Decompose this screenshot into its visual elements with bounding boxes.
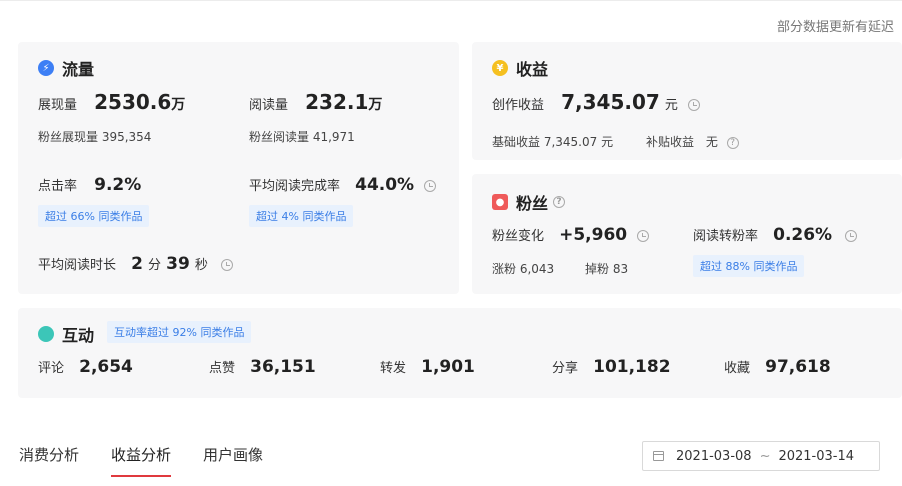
avg-time-sec: 39 xyxy=(166,254,190,274)
avg-time-label: 平均阅读时长 xyxy=(38,258,117,273)
coin-icon: ¥ xyxy=(492,60,508,76)
interaction-item: 分享 101,182 xyxy=(552,357,671,377)
avg-time-min: 2 xyxy=(131,254,143,274)
interaction-item: 转发 1,901 xyxy=(380,357,475,377)
interaction-item-label: 点赞 xyxy=(209,361,236,376)
fan-gain: 涨粉 6,043 xyxy=(492,262,555,276)
interaction-item: 收藏 97,618 xyxy=(724,357,831,377)
help-icon[interactable]: ? xyxy=(553,196,566,208)
impressions-label: 展现量 xyxy=(38,98,78,113)
interaction-item-value: 101,182 xyxy=(593,357,671,377)
income-card: ¥ 收益 创作收益 7,345.07 元 基础收益 7,345.07 元 补贴收… xyxy=(472,42,902,160)
completion-label: 平均阅读完成率 xyxy=(249,179,341,194)
ctr-value: 9.2% xyxy=(94,175,142,195)
date-start[interactable]: 2021-03-08 xyxy=(676,449,752,464)
traffic-title-text: 流量 xyxy=(62,60,95,79)
ctr-badge: 超过 66% 同类作品 xyxy=(38,205,150,227)
reads-unit: 万 xyxy=(368,97,383,113)
conversion-label: 阅读转粉率 xyxy=(693,229,759,244)
help-icon[interactable]: ? xyxy=(726,136,739,149)
interaction-item: 点赞 36,151 xyxy=(209,357,316,377)
conversion-badge: 超过 88% 同类作品 xyxy=(693,255,805,277)
subsidy-label: 补贴收益 xyxy=(646,135,695,149)
avg-time-sec-unit: 秒 xyxy=(194,258,208,273)
clock-icon[interactable] xyxy=(688,98,701,111)
date-separator: ~ xyxy=(759,448,771,464)
interaction-item: 评论 2,654 xyxy=(38,357,133,377)
data-delay-notice: 部分数据更新有延迟 xyxy=(776,20,894,35)
impressions-value: 2530.6 xyxy=(94,90,172,114)
fans-title-text: 粉丝 xyxy=(516,194,549,213)
interaction-item-value: 2,654 xyxy=(79,357,133,377)
fan-change-metric: 粉丝变化 +5,960 xyxy=(492,225,650,245)
user-icon: ● xyxy=(492,194,508,210)
traffic-card: ⚡ 流量 展现量 2530.6万 阅读量 232.1万 粉丝展现量 395,35… xyxy=(18,42,459,294)
interaction-item-label: 收藏 xyxy=(724,361,751,376)
conversion-metric: 阅读转粉率 0.26% xyxy=(693,225,858,245)
creation-income-value: 7,345.07 xyxy=(561,90,660,114)
creation-income-label: 创作收益 xyxy=(492,98,545,113)
completion-metric: 平均阅读完成率 44.0% xyxy=(249,175,437,195)
completion-badge: 超过 4% 同类作品 xyxy=(249,205,354,227)
reads-metric: 阅读量 232.1万 xyxy=(249,90,382,114)
clock-icon[interactable] xyxy=(845,229,858,242)
fans-card: ● 粉丝 ? 粉丝变化 +5,960 涨粉 6,043 掉粉 83 阅读转粉率 … xyxy=(472,174,902,294)
creation-income-metric: 创作收益 7,345.07 元 xyxy=(492,90,701,114)
clock-icon[interactable] xyxy=(221,258,234,271)
calendar-icon xyxy=(653,451,664,461)
interaction-item-value: 36,151 xyxy=(250,357,316,377)
interaction-item-label: 评论 xyxy=(38,361,65,376)
fan-impressions: 粉丝展现量 395,354 xyxy=(38,130,152,144)
top-divider xyxy=(0,0,902,1)
fan-change-label: 粉丝变化 xyxy=(492,229,545,244)
impressions-unit: 万 xyxy=(171,97,186,113)
interaction-item-label: 分享 xyxy=(552,361,579,376)
traffic-title: ⚡ 流量 xyxy=(38,56,94,80)
creation-income-unit: 元 xyxy=(664,98,678,113)
interaction-item-value: 97,618 xyxy=(765,357,831,377)
clock-icon[interactable] xyxy=(424,179,437,192)
clock-icon[interactable] xyxy=(637,229,650,242)
subsidy-income: 补贴收益 无 ? xyxy=(646,133,739,150)
impressions-metric: 展现量 2530.6万 xyxy=(38,90,185,114)
fan-reads: 粉丝阅读量 41,971 xyxy=(249,130,355,144)
ctr-label: 点击率 xyxy=(38,179,78,194)
tab-consumption-analysis[interactable]: 消费分析 xyxy=(19,444,79,473)
date-range-picker[interactable]: 2021-03-08 ~ 2021-03-14 xyxy=(642,441,880,471)
interaction-card: 互动 互动率超过 92% 同类作品 评论 2,654 点赞 36,151 转发 … xyxy=(18,308,902,398)
conversion-value: 0.26% xyxy=(773,225,833,245)
chat-bubble-icon xyxy=(38,326,54,342)
tab-income-analysis[interactable]: 收益分析 xyxy=(111,444,172,477)
avg-time-min-unit: 分 xyxy=(148,258,162,273)
date-end[interactable]: 2021-03-14 xyxy=(778,449,854,464)
lightning-icon: ⚡ xyxy=(38,60,54,76)
ctr-metric: 点击率 9.2% xyxy=(38,175,141,195)
interaction-badge: 互动率超过 92% 同类作品 xyxy=(107,321,252,343)
tab-user-profile[interactable]: 用户画像 xyxy=(203,444,263,473)
income-title-text: 收益 xyxy=(516,60,549,79)
fans-title: ● 粉丝 ? xyxy=(492,190,566,214)
income-title: ¥ 收益 xyxy=(492,56,548,80)
interaction-item-label: 转发 xyxy=(380,361,407,376)
interaction-title-text: 互动 xyxy=(62,326,95,345)
reads-label: 阅读量 xyxy=(249,98,289,113)
avg-time-metric: 平均阅读时长 2 分 39 秒 xyxy=(38,254,234,274)
fan-loss: 掉粉 83 xyxy=(585,262,629,276)
subsidy-value: 无 xyxy=(705,135,718,149)
interaction-title: 互动 xyxy=(38,322,94,346)
analysis-tabs: 消费分析 收益分析 用户画像 xyxy=(19,444,263,477)
interaction-item-value: 1,901 xyxy=(421,357,475,377)
reads-value: 232.1 xyxy=(305,90,369,114)
completion-value: 44.0% xyxy=(355,175,415,195)
fan-change-value: +5,960 xyxy=(559,225,628,245)
base-income: 基础收益 7,345.07 元 xyxy=(492,135,614,149)
